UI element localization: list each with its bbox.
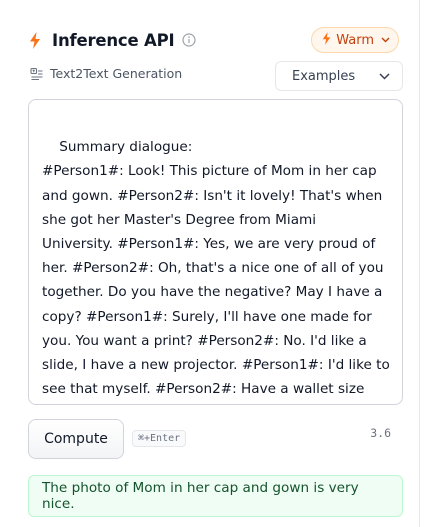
chevron-down-icon <box>379 69 390 84</box>
compute-time: 3.6 <box>370 426 391 440</box>
lightning-bolt-icon <box>322 31 331 49</box>
keyboard-shortcut-hint: ⌘+Enter <box>132 430 187 447</box>
info-icon[interactable] <box>182 33 197 47</box>
output-text: The photo of Mom in her cap and gown is … <box>42 480 359 512</box>
input-text: Summary dialogue: #Person1#: Look! This … <box>42 139 390 398</box>
lightning-bolt-icon <box>28 31 42 49</box>
compute-button[interactable]: Compute <box>28 419 124 459</box>
widget-title: Inference API <box>52 30 175 50</box>
task-type: Text2Text Generation <box>30 66 182 81</box>
chevron-down-icon <box>381 37 390 43</box>
widget-header: Inference API Warm <box>28 27 399 53</box>
inference-widget: Inference API Warm Text2Text Generation … <box>0 0 420 527</box>
examples-label: Examples <box>292 68 356 84</box>
input-textarea[interactable]: Summary dialogue: #Person1#: Look! This … <box>28 99 403 405</box>
text2text-icon <box>30 67 44 81</box>
warm-status-badge[interactable]: Warm <box>311 27 399 53</box>
task-label: Text2Text Generation <box>50 66 183 81</box>
examples-dropdown[interactable]: Examples <box>275 61 403 91</box>
warm-status-label: Warm <box>336 32 374 48</box>
resize-handle-icon[interactable] <box>391 393 400 402</box>
output-result: The photo of Mom in her cap and gown is … <box>28 475 403 517</box>
